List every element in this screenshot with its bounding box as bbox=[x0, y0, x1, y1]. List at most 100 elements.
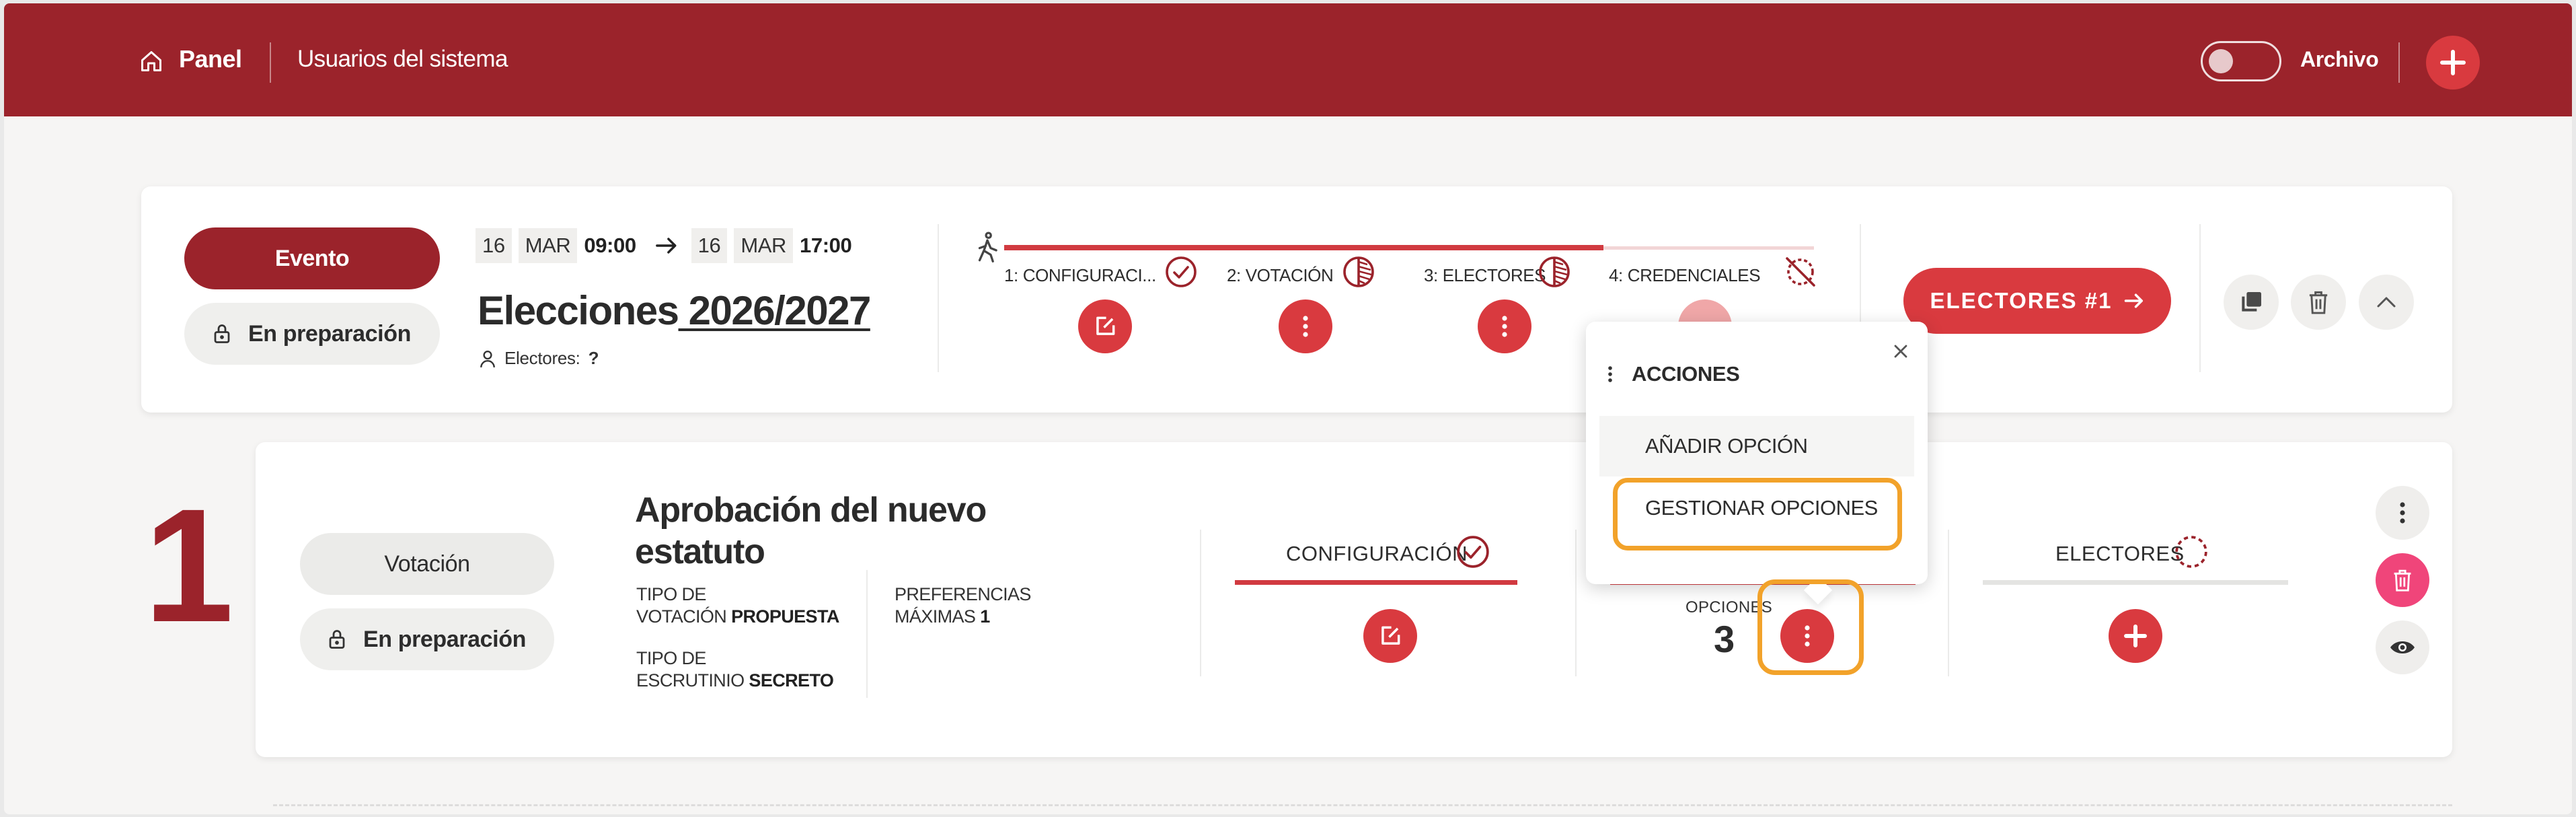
divider bbox=[2199, 224, 2201, 372]
step-electores-actions-button[interactable] bbox=[1478, 299, 1531, 353]
meta-label: PREFERENCIAS bbox=[895, 584, 1031, 604]
arrow-right-icon bbox=[2125, 293, 2144, 308]
next-section-divider bbox=[273, 804, 2452, 806]
more-vertical-icon bbox=[1608, 366, 1612, 382]
event-state-badge: En preparación bbox=[184, 303, 440, 365]
electores-value: ? bbox=[588, 348, 599, 368]
meta-tipo-escrutinio: TIPO DE ESCRUTINIO SECRETO bbox=[636, 647, 834, 692]
more-vertical-icon bbox=[1502, 316, 1507, 337]
electores-button-label: ELECTORES #1 bbox=[1930, 288, 2113, 313]
electores-button[interactable]: ELECTORES #1 bbox=[1903, 268, 2171, 334]
event-card: Evento En preparación 16 MAR 09:00 16 MA… bbox=[141, 186, 2452, 413]
dashed-circle-icon bbox=[2175, 536, 2207, 568]
meta-label: VOTACIÓN bbox=[636, 606, 727, 627]
arrow-right-icon bbox=[655, 238, 677, 254]
meta-label: MÁXIMAS bbox=[895, 606, 976, 627]
config-column-label: CONFIGURACIÓN bbox=[1286, 542, 1468, 565]
meta-value: SECRETO bbox=[749, 670, 834, 690]
more-vertical-icon bbox=[2400, 502, 2405, 524]
divider bbox=[938, 224, 939, 372]
archive-toggle[interactable] bbox=[2201, 41, 2281, 81]
meta-label: TIPO DE bbox=[636, 648, 706, 668]
delete-vote-button[interactable] bbox=[2376, 553, 2429, 607]
steps-progress-fill bbox=[1004, 245, 1603, 250]
event-state-label: En preparación bbox=[248, 320, 411, 347]
vote-state-label: En preparación bbox=[363, 626, 526, 652]
home-icon[interactable] bbox=[139, 49, 163, 73]
step-voting-actions-button[interactable] bbox=[1279, 299, 1332, 353]
step-label-electores: 3: ELECTORES bbox=[1424, 265, 1546, 285]
popover-title-label: ACCIONES bbox=[1632, 362, 1740, 386]
step-label-voting: 2: VOTACIÓN bbox=[1227, 265, 1334, 285]
chevron-up-icon bbox=[2377, 297, 2396, 308]
duplicate-button[interactable] bbox=[2224, 275, 2279, 330]
nav-system-users-link[interactable]: Usuarios del sistema bbox=[297, 46, 508, 73]
delete-event-button[interactable] bbox=[2291, 275, 2346, 330]
nav-divider bbox=[270, 42, 271, 83]
start-time: 09:00 bbox=[584, 234, 636, 257]
trash-icon bbox=[2309, 291, 2328, 314]
vote-card: Votación En preparación Aprobación del n… bbox=[256, 442, 2452, 757]
config-column-underline bbox=[1235, 580, 1517, 585]
half-circle-icon bbox=[1539, 256, 1570, 287]
toggle-knob bbox=[2209, 49, 2233, 73]
electores-label: Electores: bbox=[504, 348, 580, 368]
event-title-year[interactable]: 2026/2027 bbox=[679, 288, 872, 333]
event-electores: Electores: ? bbox=[479, 348, 599, 369]
half-circle-icon bbox=[1343, 256, 1374, 287]
edit-icon bbox=[1381, 626, 1400, 645]
trash-icon bbox=[2394, 569, 2411, 592]
divider bbox=[1200, 530, 1201, 676]
lock-icon bbox=[214, 324, 230, 343]
copy-icon bbox=[2242, 292, 2261, 312]
vote-more-button[interactable] bbox=[2376, 486, 2429, 540]
check-circle-icon bbox=[1166, 256, 1197, 287]
eye-icon bbox=[2390, 641, 2415, 653]
lock-icon bbox=[329, 630, 345, 649]
nav-divider bbox=[2398, 42, 2400, 83]
vote-type-badge: Votación bbox=[300, 533, 554, 595]
meta-tipo-votacion: TIPO DE VOTACIÓN PROPUESTA bbox=[636, 583, 839, 628]
plus-icon bbox=[2124, 625, 2147, 647]
collapse-button[interactable] bbox=[2359, 275, 2414, 330]
vote-number: 1 bbox=[144, 475, 234, 655]
blocked-circle-icon bbox=[1786, 257, 1815, 287]
add-electores-button[interactable] bbox=[2109, 609, 2162, 663]
app-frame: Panel Usuarios del sistema Archivo Event… bbox=[4, 3, 2572, 814]
top-navigation-bar: Panel Usuarios del sistema Archivo bbox=[4, 3, 2572, 116]
divider bbox=[1575, 530, 1577, 676]
divider bbox=[1948, 530, 1949, 676]
divider bbox=[866, 570, 868, 698]
vote-config-edit-button[interactable] bbox=[1363, 609, 1417, 663]
walking-person-icon bbox=[978, 232, 997, 262]
add-option-menu-item[interactable]: AÑADIR OPCIÓN bbox=[1599, 416, 1914, 476]
meta-value: PROPUESTA bbox=[731, 606, 839, 627]
end-time: 17:00 bbox=[800, 234, 852, 257]
close-icon[interactable] bbox=[1890, 341, 1911, 362]
event-type-badge: Evento bbox=[184, 227, 440, 289]
event-title-prefix: Elecciones bbox=[478, 288, 679, 333]
vote-title[interactable]: Aprobación del nuevo estatuto bbox=[635, 489, 1052, 573]
start-day: 16 bbox=[476, 228, 512, 263]
add-button[interactable] bbox=[2426, 36, 2480, 90]
event-title[interactable]: Elecciones 2026/2027 bbox=[478, 287, 872, 334]
manage-options-highlight bbox=[1613, 478, 1902, 550]
check-circle-icon bbox=[1457, 536, 1489, 568]
end-day: 16 bbox=[691, 228, 728, 263]
step-configuration-edit-button[interactable] bbox=[1078, 299, 1132, 353]
popover-title: ACCIONES bbox=[1607, 362, 1740, 386]
nav-panel-link[interactable]: Panel bbox=[179, 45, 242, 73]
step-label-configuration: 1: CONFIGURACI... bbox=[1004, 265, 1156, 285]
more-vertical-icon bbox=[1303, 316, 1308, 337]
event-date-range: 16 MAR 09:00 16 MAR 17:00 bbox=[476, 228, 852, 263]
vote-state-badge: En preparación bbox=[300, 608, 554, 670]
meta-value: 1 bbox=[980, 606, 990, 627]
meta-label: ESCRUTINIO bbox=[636, 670, 745, 690]
preview-vote-button[interactable] bbox=[2376, 620, 2429, 674]
end-month: MAR bbox=[734, 228, 794, 263]
edit-icon bbox=[1096, 316, 1115, 335]
start-month: MAR bbox=[518, 228, 578, 263]
plus-icon bbox=[2440, 50, 2466, 75]
electores-column-underline bbox=[1983, 580, 2288, 585]
options-count: 3 bbox=[1714, 618, 1735, 660]
